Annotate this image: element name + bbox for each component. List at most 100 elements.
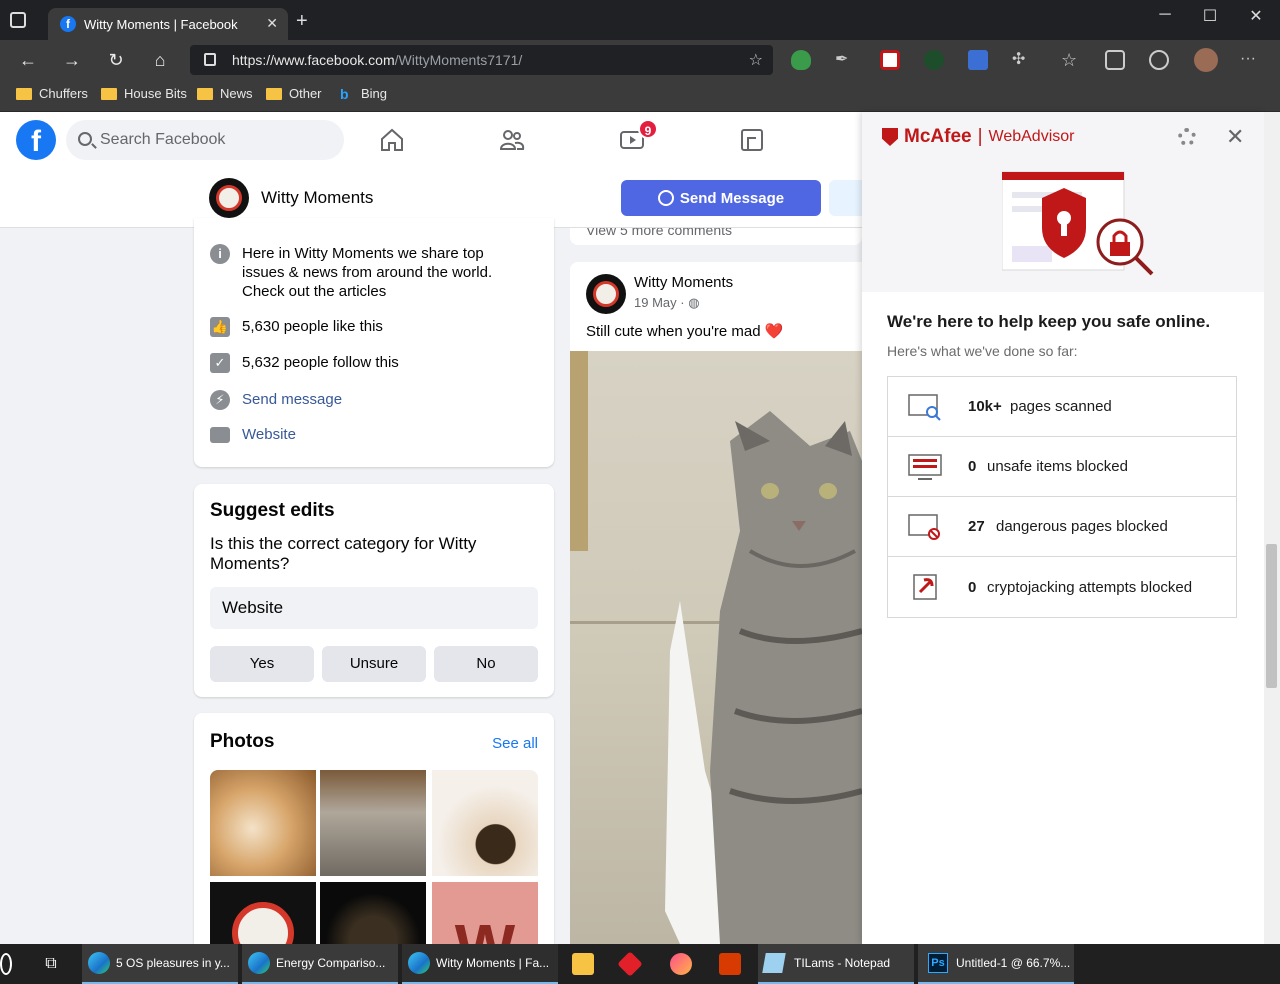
marketplace-nav-icon[interactable] bbox=[738, 126, 766, 154]
messenger-icon: ⚡ bbox=[210, 390, 230, 410]
profile-avatar[interactable] bbox=[1194, 48, 1218, 72]
browser-tab-active[interactable]: f Witty Moments | Facebook ✕ bbox=[48, 8, 288, 40]
previous-post-comments[interactable]: View 5 more comments bbox=[570, 228, 862, 245]
bing-icon: b bbox=[340, 85, 349, 102]
bookmarks-bar: Chuffers House Bits News Other b Bing bbox=[0, 80, 1280, 112]
folder-icon bbox=[16, 87, 32, 100]
history-icon[interactable] bbox=[1149, 50, 1169, 70]
taskbar-item-edge-3[interactable]: Witty Moments | Fa... bbox=[402, 944, 558, 984]
stat-cryptojacking: 0 cryptojacking attempts blocked bbox=[888, 557, 1236, 617]
post-author-name[interactable]: Witty Moments bbox=[634, 274, 733, 291]
photo-thumbnail-cat[interactable] bbox=[320, 770, 426, 876]
close-icon[interactable]: ✕ bbox=[1226, 124, 1244, 150]
page-avatar[interactable] bbox=[209, 178, 249, 218]
shield-check-extension-icon[interactable] bbox=[791, 50, 811, 70]
extensions-puzzle-icon[interactable]: ✣ bbox=[1012, 50, 1032, 70]
file-explorer-icon[interactable] bbox=[572, 953, 594, 975]
forward-icon[interactable]: → bbox=[60, 48, 84, 72]
globe-icon: ◍ bbox=[688, 295, 700, 310]
bookmark-bing[interactable]: b Bing bbox=[340, 86, 387, 101]
mcafee-extension-icon[interactable] bbox=[880, 50, 900, 70]
mcafee-shield-icon bbox=[882, 128, 898, 146]
see-all-link[interactable]: See all bbox=[492, 735, 538, 752]
unsure-button[interactable]: Unsure bbox=[322, 646, 426, 682]
stat-pages-scanned: 10k+ pages scanned bbox=[888, 377, 1236, 437]
stat-unsafe-items: 0 unsafe items blocked bbox=[888, 437, 1236, 497]
post-author-avatar[interactable] bbox=[586, 274, 626, 314]
tab-actions-icon[interactable] bbox=[10, 12, 26, 28]
post-card: Witty Moments 19 May · ◍ Still cute when… bbox=[570, 262, 862, 944]
photo-thumbnail-baby-cake[interactable] bbox=[432, 770, 538, 876]
more-menu-icon[interactable]: ··· bbox=[1240, 50, 1260, 70]
post-image-cat[interactable] bbox=[570, 351, 862, 944]
post-date[interactable]: 19 May · ◍ bbox=[634, 295, 700, 311]
notepad-icon bbox=[762, 953, 786, 973]
minimize-icon[interactable]: ─ bbox=[1142, 6, 1188, 24]
intro-website-row[interactable]: Website bbox=[210, 425, 296, 444]
photos-title: Photos bbox=[210, 731, 275, 752]
search-placeholder: Search Facebook bbox=[100, 131, 226, 148]
refresh-icon[interactable]: ↻ bbox=[104, 48, 128, 72]
maximize-icon[interactable]: ☐ bbox=[1187, 6, 1233, 26]
back-icon[interactable]: ← bbox=[16, 48, 40, 72]
search-input[interactable]: Search Facebook bbox=[66, 120, 344, 160]
download-extension-icon[interactable] bbox=[924, 50, 944, 70]
home-icon[interactable]: ⌂ bbox=[148, 48, 172, 72]
home-nav-icon[interactable] bbox=[378, 126, 406, 154]
taskbar-item-notepad[interactable]: TILams - Notepad bbox=[758, 944, 914, 984]
taskbar-item-edge-2[interactable]: Energy Compariso... bbox=[242, 944, 398, 984]
stat-dangerous-pages: 27 dangerous pages blocked bbox=[888, 497, 1236, 557]
taskbar-item-photoshop[interactable]: Ps Untitled-1 @ 66.7%... bbox=[918, 944, 1074, 984]
lock-icon[interactable] bbox=[204, 53, 216, 66]
office-icon[interactable] bbox=[719, 953, 741, 975]
search-icon[interactable] bbox=[0, 953, 12, 975]
facebook-top-nav: f Search Facebook 9 bbox=[0, 112, 862, 168]
bookmark-house-bits[interactable]: House Bits bbox=[101, 86, 187, 101]
chip-pickaxe-icon bbox=[913, 574, 937, 600]
send-message-button[interactable]: Send Message bbox=[621, 180, 821, 216]
favorites-icon[interactable]: ☆ bbox=[1061, 50, 1081, 70]
pen-extension-icon[interactable]: ✒ bbox=[835, 50, 855, 70]
taskbar-item-edge-1[interactable]: 5 OS pleasures in y... bbox=[82, 944, 238, 984]
scan-page-icon bbox=[908, 394, 941, 421]
intro-send-message-row[interactable]: ⚡ Send message bbox=[210, 390, 342, 410]
people-nav-icon[interactable] bbox=[498, 126, 526, 154]
folder-icon bbox=[266, 87, 282, 100]
page-scrollbar[interactable] bbox=[1264, 112, 1280, 944]
photo-thumbnail-dog[interactable] bbox=[210, 770, 316, 876]
app-red-diamond-icon[interactable] bbox=[617, 951, 643, 977]
intro-description: Here in Witty Moments we share top issue… bbox=[242, 245, 493, 300]
intro-description-row: i Here in Witty Moments we share top iss… bbox=[210, 244, 530, 301]
yes-button[interactable]: Yes bbox=[210, 646, 314, 682]
suggest-question: Is this the correct category for Witty M… bbox=[210, 534, 477, 573]
windows-taskbar: ⧉ 5 OS pleasures in y... Energy Comparis… bbox=[0, 944, 1280, 984]
no-button[interactable]: No bbox=[434, 646, 538, 682]
tab-close-icon[interactable]: ✕ bbox=[266, 15, 278, 32]
window-close-icon[interactable]: ✕ bbox=[1233, 6, 1279, 26]
url-host: https://www.facebook.com bbox=[232, 52, 395, 68]
folder-icon bbox=[197, 87, 213, 100]
facebook-favicon-icon: f bbox=[60, 16, 76, 32]
collections-icon[interactable] bbox=[1105, 50, 1125, 70]
facebook-logo-icon[interactable]: f bbox=[16, 120, 56, 160]
bookmark-chuffers[interactable]: Chuffers bbox=[16, 86, 88, 101]
new-tab-icon[interactable]: + bbox=[296, 10, 308, 33]
category-field: Website bbox=[210, 587, 538, 629]
task-view-icon[interactable]: ⧉ bbox=[40, 953, 62, 975]
gear-icon[interactable] bbox=[1178, 128, 1196, 146]
clock-icon bbox=[216, 185, 242, 211]
bookmark-other[interactable]: Other bbox=[266, 86, 322, 101]
scrollbar-thumb[interactable] bbox=[1266, 544, 1277, 688]
address-bar[interactable]: https://www.facebook.com/WittyMoments717… bbox=[190, 45, 773, 75]
add-favorite-icon[interactable]: ☆ bbox=[749, 50, 763, 70]
suggest-edits-title: Suggest edits bbox=[210, 500, 335, 521]
security-shield-illustration bbox=[1002, 171, 1154, 276]
mcafee-header: McAfee | WebAdvisor ✕ bbox=[862, 112, 1264, 292]
edge-icon bbox=[408, 952, 430, 974]
creative-cloud-icon[interactable] bbox=[670, 953, 692, 975]
browser-toolbar: ← → ↻ ⌂ https://www.facebook.com/WittyMo… bbox=[0, 40, 1280, 80]
bookmark-news[interactable]: News bbox=[197, 86, 253, 101]
follow-check-icon: ✓ bbox=[210, 353, 230, 373]
bitwarden-extension-icon[interactable] bbox=[968, 50, 988, 70]
edge-icon bbox=[248, 952, 270, 974]
